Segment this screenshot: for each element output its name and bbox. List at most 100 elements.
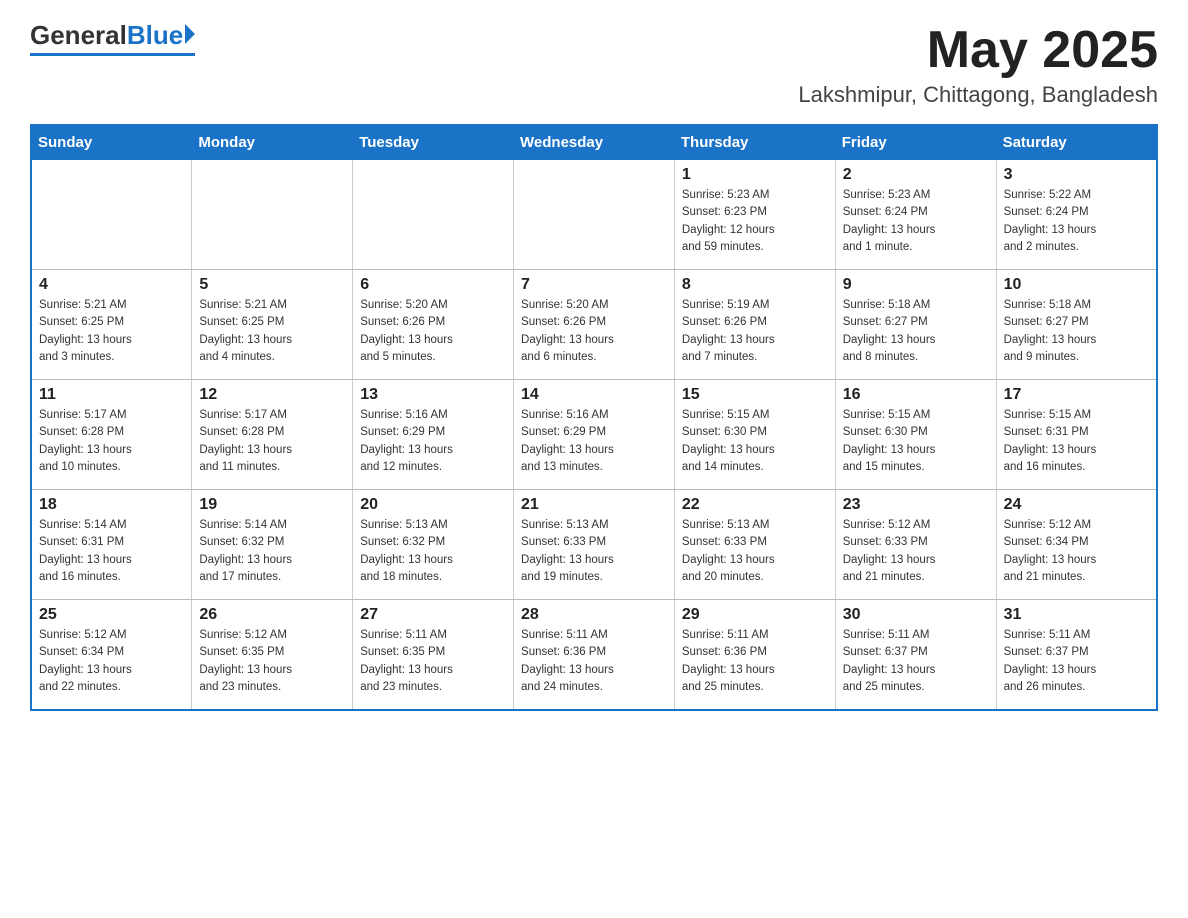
calendar-cell: 8 Sunrise: 5:19 AMSunset: 6:26 PMDaylight…: [674, 270, 835, 380]
day-number: 19: [199, 496, 345, 514]
calendar-cell: 14 Sunrise: 5:16 AMSunset: 6:29 PMDayligh…: [514, 380, 675, 490]
calendar-header-monday: Monday: [192, 125, 353, 160]
calendar-cell: 31 Sunrise: 5:11 AMSunset: 6:37 PMDayligh…: [996, 600, 1157, 710]
logo-general-text: General: [30, 20, 127, 51]
day-number: 15: [682, 386, 828, 404]
day-number: 17: [1004, 386, 1149, 404]
day-info: Sunrise: 5:11 AMSunset: 6:36 PMDaylight:…: [521, 627, 667, 696]
day-info: Sunrise: 5:17 AMSunset: 6:28 PMDaylight:…: [199, 407, 345, 476]
calendar-week-row: 11Sunrise: 5:17 AMSunset: 6:28 PMDayligh…: [31, 380, 1157, 490]
calendar-cell: [514, 160, 675, 270]
day-info: Sunrise: 5:18 AMSunset: 6:27 PMDaylight:…: [1004, 297, 1149, 366]
calendar-header-row: SundayMondayTuesdayWednesdayThursdayFrid…: [31, 125, 1157, 160]
month-title: May 2025: [798, 20, 1158, 80]
day-number: 13: [360, 386, 506, 404]
calendar-cell: 26 Sunrise: 5:12 AMSunset: 6:35 PMDayligh…: [192, 600, 353, 710]
day-info: Sunrise: 5:15 AMSunset: 6:31 PMDaylight:…: [1004, 407, 1149, 476]
calendar-cell: 29Sunrise: 5:11 AMSunset: 6:36 PMDayligh…: [674, 600, 835, 710]
day-info: Sunrise: 5:12 AMSunset: 6:34 PMDaylight:…: [1004, 517, 1149, 586]
day-info: Sunrise: 5:15 AMSunset: 6:30 PMDaylight:…: [843, 407, 989, 476]
day-number: 5: [199, 276, 345, 294]
day-info: Sunrise: 5:17 AMSunset: 6:28 PMDaylight:…: [39, 407, 184, 476]
day-number: 23: [843, 496, 989, 514]
day-info: Sunrise: 5:13 AMSunset: 6:32 PMDaylight:…: [360, 517, 506, 586]
calendar-header-thursday: Thursday: [674, 125, 835, 160]
calendar-week-row: 4Sunrise: 5:21 AMSunset: 6:25 PMDaylight…: [31, 270, 1157, 380]
title-block: May 2025 Lakshmipur, Chittagong, Banglad…: [798, 20, 1158, 108]
day-number: 2: [843, 166, 989, 184]
calendar-cell: 18Sunrise: 5:14 AMSunset: 6:31 PMDayligh…: [31, 490, 192, 600]
calendar-header-saturday: Saturday: [996, 125, 1157, 160]
calendar-cell: 20 Sunrise: 5:13 AMSunset: 6:32 PMDayligh…: [353, 490, 514, 600]
day-info: Sunrise: 5:21 AMSunset: 6:25 PMDaylight:…: [39, 297, 184, 366]
calendar-header-sunday: Sunday: [31, 125, 192, 160]
day-info: Sunrise: 5:20 AMSunset: 6:26 PMDaylight:…: [360, 297, 506, 366]
calendar-cell: 21Sunrise: 5:13 AMSunset: 6:33 PMDayligh…: [514, 490, 675, 600]
day-info: Sunrise: 5:23 AMSunset: 6:23 PMDaylight:…: [682, 187, 828, 256]
calendar-cell: [31, 160, 192, 270]
calendar-cell: [353, 160, 514, 270]
day-number: 8: [682, 276, 828, 294]
day-info: Sunrise: 5:19 AMSunset: 6:26 PMDaylight:…: [682, 297, 828, 366]
logo-underline: [30, 53, 195, 56]
calendar-cell: [192, 160, 353, 270]
day-info: Sunrise: 5:13 AMSunset: 6:33 PMDaylight:…: [521, 517, 667, 586]
day-number: 28: [521, 606, 667, 624]
day-number: 14: [521, 386, 667, 404]
day-info: Sunrise: 5:12 AMSunset: 6:34 PMDaylight:…: [39, 627, 184, 696]
day-info: Sunrise: 5:16 AMSunset: 6:29 PMDaylight:…: [521, 407, 667, 476]
calendar-week-row: 25 Sunrise: 5:12 AMSunset: 6:34 PMDayligh…: [31, 600, 1157, 710]
logo-blue-text: Blue: [127, 20, 183, 51]
calendar-cell: 30Sunrise: 5:11 AMSunset: 6:37 PMDayligh…: [835, 600, 996, 710]
day-number: 10: [1004, 276, 1149, 294]
day-info: Sunrise: 5:14 AMSunset: 6:32 PMDaylight:…: [199, 517, 345, 586]
day-number: 27: [360, 606, 506, 624]
day-number: 3: [1004, 166, 1149, 184]
day-number: 20: [360, 496, 506, 514]
day-number: 9: [843, 276, 989, 294]
calendar-cell: 12 Sunrise: 5:17 AMSunset: 6:28 PMDayligh…: [192, 380, 353, 490]
day-number: 6: [360, 276, 506, 294]
calendar-header-tuesday: Tuesday: [353, 125, 514, 160]
calendar-cell: 19 Sunrise: 5:14 AMSunset: 6:32 PMDayligh…: [192, 490, 353, 600]
calendar-cell: 6 Sunrise: 5:20 AMSunset: 6:26 PMDaylight…: [353, 270, 514, 380]
day-info: Sunrise: 5:11 AMSunset: 6:36 PMDaylight:…: [682, 627, 828, 696]
calendar-cell: 15Sunrise: 5:15 AMSunset: 6:30 PMDayligh…: [674, 380, 835, 490]
page-header: General Blue May 2025 Lakshmipur, Chitta…: [30, 20, 1158, 108]
calendar-cell: 23Sunrise: 5:12 AMSunset: 6:33 PMDayligh…: [835, 490, 996, 600]
calendar-cell: 2Sunrise: 5:23 AMSunset: 6:24 PMDaylight…: [835, 160, 996, 270]
day-info: Sunrise: 5:12 AMSunset: 6:35 PMDaylight:…: [199, 627, 345, 696]
calendar-cell: 28 Sunrise: 5:11 AMSunset: 6:36 PMDayligh…: [514, 600, 675, 710]
location-title: Lakshmipur, Chittagong, Bangladesh: [798, 82, 1158, 108]
day-number: 12: [199, 386, 345, 404]
calendar-cell: 11Sunrise: 5:17 AMSunset: 6:28 PMDayligh…: [31, 380, 192, 490]
calendar-week-row: 1Sunrise: 5:23 AMSunset: 6:23 PMDaylight…: [31, 160, 1157, 270]
calendar-cell: 17 Sunrise: 5:15 AMSunset: 6:31 PMDayligh…: [996, 380, 1157, 490]
day-info: Sunrise: 5:13 AMSunset: 6:33 PMDaylight:…: [682, 517, 828, 586]
day-info: Sunrise: 5:16 AMSunset: 6:29 PMDaylight:…: [360, 407, 506, 476]
day-number: 18: [39, 496, 184, 514]
logo: General Blue: [30, 20, 195, 56]
day-number: 30: [843, 606, 989, 624]
calendar-week-row: 18Sunrise: 5:14 AMSunset: 6:31 PMDayligh…: [31, 490, 1157, 600]
calendar-cell: 13 Sunrise: 5:16 AMSunset: 6:29 PMDayligh…: [353, 380, 514, 490]
day-info: Sunrise: 5:18 AMSunset: 6:27 PMDaylight:…: [843, 297, 989, 366]
calendar-cell: 4Sunrise: 5:21 AMSunset: 6:25 PMDaylight…: [31, 270, 192, 380]
day-number: 25: [39, 606, 184, 624]
day-number: 26: [199, 606, 345, 624]
day-number: 31: [1004, 606, 1149, 624]
day-info: Sunrise: 5:11 AMSunset: 6:35 PMDaylight:…: [360, 627, 506, 696]
day-number: 24: [1004, 496, 1149, 514]
day-info: Sunrise: 5:11 AMSunset: 6:37 PMDaylight:…: [1004, 627, 1149, 696]
day-number: 7: [521, 276, 667, 294]
calendar-table: SundayMondayTuesdayWednesdayThursdayFrid…: [30, 124, 1158, 711]
calendar-header-friday: Friday: [835, 125, 996, 160]
calendar-cell: 16 Sunrise: 5:15 AMSunset: 6:30 PMDayligh…: [835, 380, 996, 490]
calendar-header-wednesday: Wednesday: [514, 125, 675, 160]
calendar-cell: 27 Sunrise: 5:11 AMSunset: 6:35 PMDayligh…: [353, 600, 514, 710]
day-number: 16: [843, 386, 989, 404]
calendar-cell: 1Sunrise: 5:23 AMSunset: 6:23 PMDaylight…: [674, 160, 835, 270]
calendar-cell: 25 Sunrise: 5:12 AMSunset: 6:34 PMDayligh…: [31, 600, 192, 710]
day-info: Sunrise: 5:21 AMSunset: 6:25 PMDaylight:…: [199, 297, 345, 366]
calendar-cell: 5 Sunrise: 5:21 AMSunset: 6:25 PMDaylight…: [192, 270, 353, 380]
